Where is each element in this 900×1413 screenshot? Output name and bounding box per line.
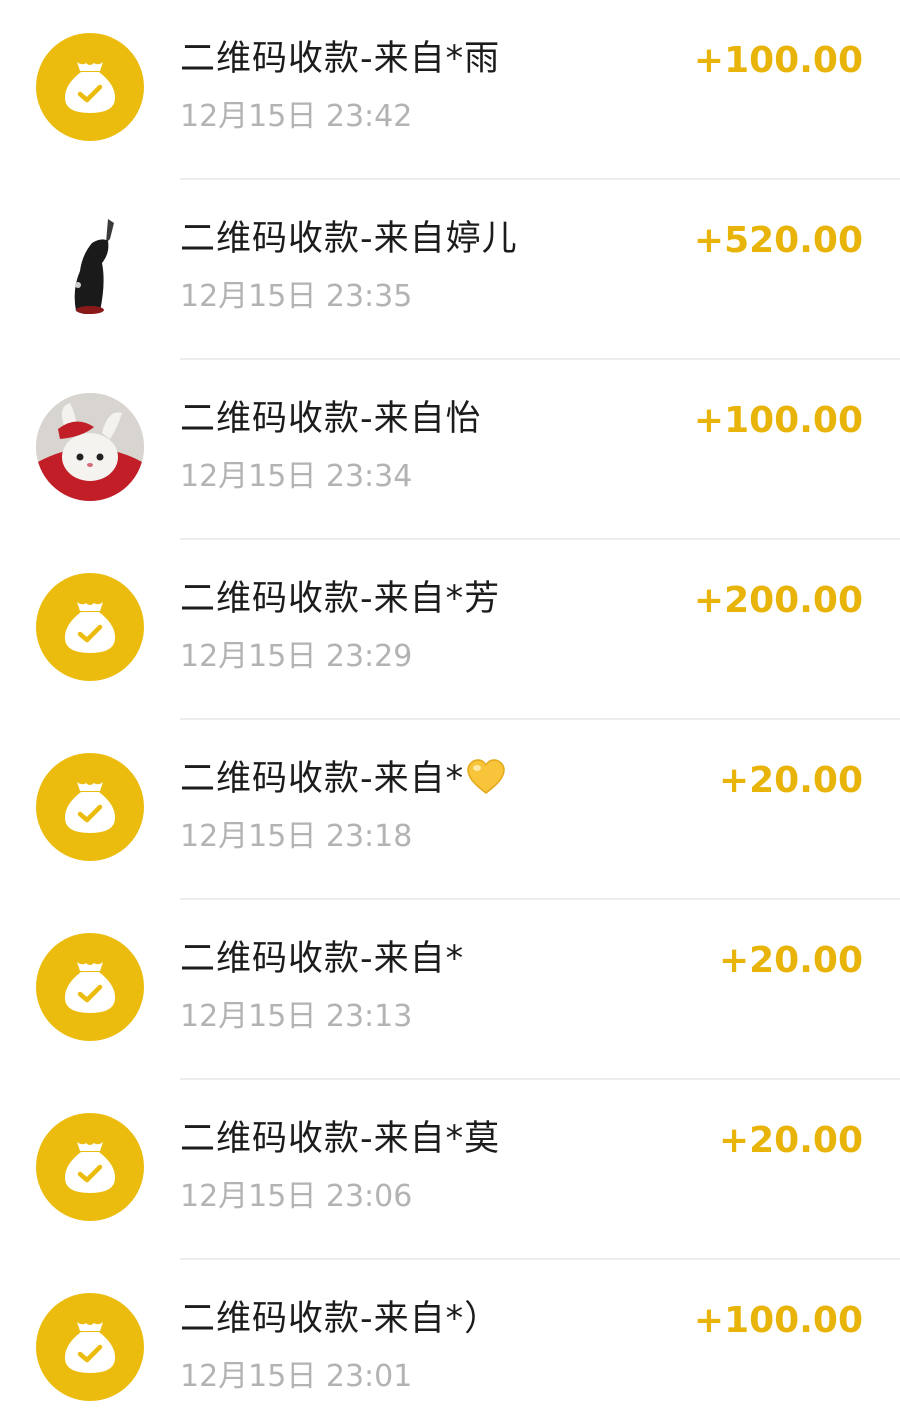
- transaction-time: 12月15日 23:01: [180, 1359, 413, 1394]
- transaction-time: 12月15日 23:18: [180, 819, 413, 854]
- transaction-row[interactable]: 二维码收款-来自* 12月15日 23:13 +20.00: [0, 900, 900, 1080]
- yellow-heart-icon: [466, 758, 506, 808]
- transaction-title: 二维码收款-来自*: [180, 759, 465, 799]
- transaction-amount: +20.00: [718, 760, 863, 801]
- transaction-time: 12月15日 23:42: [180, 99, 413, 134]
- transaction-amount: +200.00: [693, 580, 863, 621]
- transaction-row[interactable]: 二维码收款-来自* 12月15日 23:18 +20.00: [0, 720, 900, 900]
- transaction-amount: +100.00: [693, 40, 863, 81]
- transaction-time: 12月15日 23:29: [180, 639, 413, 674]
- transaction-row[interactable]: 二维码收款-来自*莫 12月15日 23:06 +20.00: [0, 1080, 900, 1260]
- transaction-amount: +20.00: [718, 1120, 863, 1161]
- money-bag-icon: [36, 1293, 144, 1401]
- transaction-title: 二维码收款-来自*莫: [180, 1119, 501, 1159]
- transaction-time: 12月15日 23:34: [180, 459, 413, 494]
- avatar: [36, 213, 144, 321]
- money-bag-icon: [36, 33, 144, 141]
- transaction-title-wrap: 二维码收款-来自*: [180, 756, 506, 808]
- money-bag-icon: [36, 753, 144, 861]
- transaction-title: 二维码收款-来自*芳: [180, 579, 501, 619]
- transaction-title: 二维码收款-来自*）: [180, 1299, 501, 1339]
- transaction-row[interactable]: 二维码收款-来自*芳 12月15日 23:29 +200.00: [0, 540, 900, 720]
- transaction-title: 二维码收款-来自怡: [180, 399, 482, 439]
- transaction-time: 12月15日 23:06: [180, 1179, 413, 1214]
- transaction-time: 12月15日 23:35: [180, 279, 413, 314]
- transaction-title: 二维码收款-来自*雨: [180, 39, 501, 79]
- transaction-time: 12月15日 23:13: [180, 999, 413, 1034]
- transaction-title: 二维码收款-来自*: [180, 939, 465, 979]
- transaction-row[interactable]: 二维码收款-来自*） 12月15日 23:01 +100.00: [0, 1260, 900, 1413]
- transaction-list: 二维码收款-来自*雨 12月15日 23:42 +100.00 二维码收款-来自…: [0, 0, 900, 1413]
- avatar: [36, 393, 144, 501]
- money-bag-icon: [36, 933, 144, 1041]
- transaction-amount: +20.00: [718, 940, 863, 981]
- money-bag-icon: [36, 1113, 144, 1221]
- transaction-title: 二维码收款-来自婷儿: [180, 219, 518, 259]
- money-bag-icon: [36, 573, 144, 681]
- transaction-amount: +100.00: [693, 400, 863, 441]
- transaction-row[interactable]: 二维码收款-来自怡 12月15日 23:34 +100.00: [0, 360, 900, 540]
- transaction-amount: +520.00: [693, 220, 863, 261]
- transaction-row[interactable]: 二维码收款-来自*雨 12月15日 23:42 +100.00: [0, 0, 900, 180]
- transaction-amount: +100.00: [693, 1300, 863, 1341]
- transaction-row[interactable]: 二维码收款-来自婷儿 12月15日 23:35 +520.00: [0, 180, 900, 360]
